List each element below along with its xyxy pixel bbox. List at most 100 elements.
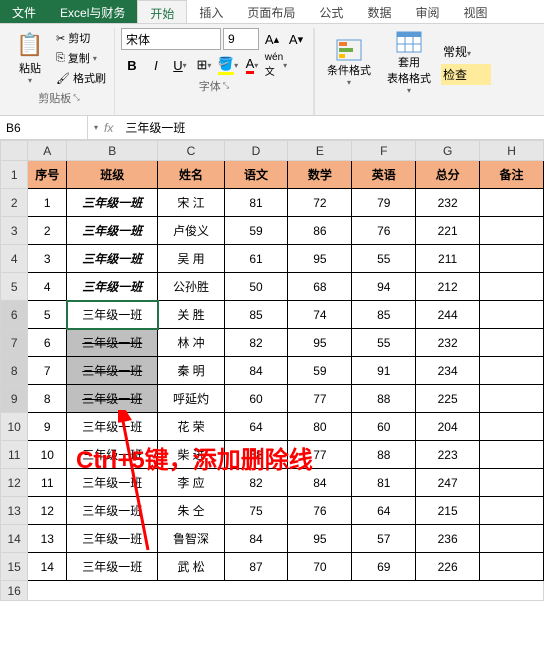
cell[interactable]: 三年级一班	[67, 329, 158, 357]
cell[interactable]	[480, 329, 544, 357]
cell[interactable]	[480, 189, 544, 217]
cell[interactable]: 10	[28, 441, 67, 469]
cell[interactable]: 87	[224, 553, 288, 581]
font-name-select[interactable]	[121, 28, 221, 50]
col-header-e[interactable]: E	[288, 141, 352, 161]
tab-home[interactable]: 开始	[137, 0, 187, 23]
cell[interactable]	[480, 413, 544, 441]
tab-layout[interactable]: 页面布局	[235, 0, 307, 23]
cell[interactable]: 数学	[288, 161, 352, 189]
cell[interactable]: 武 松	[158, 553, 224, 581]
format-painter-button[interactable]: 🖌格式刷	[54, 69, 108, 87]
cell[interactable]: 68	[288, 273, 352, 301]
tab-data[interactable]: 数据	[355, 0, 403, 23]
cell[interactable]: 85	[224, 301, 288, 329]
row-header[interactable]: 1	[1, 161, 28, 189]
namebox-dropdown[interactable]: ▾	[94, 123, 98, 132]
cell[interactable]: 吴 用	[158, 245, 224, 273]
cell[interactable]: 三年级一班	[67, 245, 158, 273]
cell[interactable]: 82	[224, 469, 288, 497]
col-header-a[interactable]: A	[28, 141, 67, 161]
cell[interactable]: 61	[224, 245, 288, 273]
tab-custom[interactable]: Excel与财务	[48, 0, 137, 23]
cell[interactable]: 55	[352, 329, 416, 357]
cell[interactable]: 72	[288, 189, 352, 217]
cell[interactable]: 语文	[224, 161, 288, 189]
col-header-h[interactable]: H	[480, 141, 544, 161]
cell[interactable]: 备注	[480, 161, 544, 189]
cell[interactable]	[28, 581, 544, 601]
cell[interactable]: 204	[416, 413, 480, 441]
cell[interactable]: 宋 江	[158, 189, 224, 217]
increase-font-button[interactable]: A▴	[261, 28, 283, 50]
cell[interactable]: 50	[224, 273, 288, 301]
cell[interactable]: 95	[288, 329, 352, 357]
tab-file[interactable]: 文件	[0, 0, 48, 23]
cell[interactable]	[480, 469, 544, 497]
decrease-font-button[interactable]: A▾	[285, 28, 307, 50]
cell[interactable]: 226	[416, 553, 480, 581]
cell[interactable]: 69	[352, 553, 416, 581]
cell[interactable]	[480, 441, 544, 469]
cell[interactable]: 5	[28, 301, 67, 329]
cell[interactable]: 223	[416, 441, 480, 469]
cell[interactable]: 12	[28, 497, 67, 525]
row-header[interactable]: 13	[1, 497, 28, 525]
paste-button[interactable]: 📋 粘贴 ▾	[10, 28, 50, 88]
cell[interactable]: 94	[352, 273, 416, 301]
cell[interactable]: 13	[28, 525, 67, 553]
border-button[interactable]: ⊞▾	[193, 54, 215, 76]
font-size-select[interactable]	[223, 28, 259, 50]
cell[interactable]: 总分	[416, 161, 480, 189]
copy-button[interactable]: ⎘复制▾	[54, 49, 108, 67]
cell[interactable]: 3	[28, 245, 67, 273]
cell[interactable]: 85	[352, 301, 416, 329]
cell[interactable]: 55	[352, 245, 416, 273]
cell[interactable]: 三年级一班	[67, 357, 158, 385]
row-header[interactable]: 11	[1, 441, 28, 469]
row-header[interactable]: 16	[1, 581, 28, 601]
name-box[interactable]	[0, 116, 88, 139]
col-header-f[interactable]: F	[352, 141, 416, 161]
tab-insert[interactable]: 插入	[187, 0, 235, 23]
cell[interactable]: 244	[416, 301, 480, 329]
cell[interactable]: 232	[416, 329, 480, 357]
cell[interactable]: 84	[224, 357, 288, 385]
cell[interactable]: 8	[28, 385, 67, 413]
cell[interactable]: 77	[288, 441, 352, 469]
cell[interactable]: 74	[288, 301, 352, 329]
cell[interactable]: 91	[352, 357, 416, 385]
cell[interactable]: 秦 明	[158, 357, 224, 385]
col-header-b[interactable]: B	[67, 141, 158, 161]
cell[interactable]	[480, 245, 544, 273]
cell[interactable]: 三年级一班	[67, 441, 158, 469]
tab-formula[interactable]: 公式	[307, 0, 355, 23]
tab-view[interactable]: 视图	[451, 0, 499, 23]
cell[interactable]: 59	[224, 217, 288, 245]
cell[interactable]: 232	[416, 189, 480, 217]
phonetic-button[interactable]: wén文▾	[265, 54, 287, 76]
cell[interactable]: 76	[352, 217, 416, 245]
cell[interactable]: 李 应	[158, 469, 224, 497]
row-header[interactable]: 2	[1, 189, 28, 217]
cell[interactable]: 64	[224, 413, 288, 441]
row-header[interactable]: 5	[1, 273, 28, 301]
row-header[interactable]: 10	[1, 413, 28, 441]
cell[interactable]: 80	[288, 413, 352, 441]
cell[interactable]: 212	[416, 273, 480, 301]
cell[interactable]: 公孙胜	[158, 273, 224, 301]
check-cell-button[interactable]: 检查	[441, 64, 491, 85]
font-color-button[interactable]: A▾	[241, 54, 263, 76]
select-all-corner[interactable]	[1, 141, 28, 161]
cell[interactable]: 6	[28, 329, 67, 357]
cell[interactable]: 14	[28, 553, 67, 581]
cell[interactable]	[480, 273, 544, 301]
cell[interactable]: 林 冲	[158, 329, 224, 357]
cell[interactable]: 84	[288, 469, 352, 497]
cell[interactable]: 64	[352, 497, 416, 525]
cell[interactable]: 11	[28, 469, 67, 497]
cell[interactable]: 60	[352, 413, 416, 441]
cell[interactable]: 鲁智深	[158, 525, 224, 553]
cell[interactable]: 卢俊义	[158, 217, 224, 245]
cell[interactable]: 三年级一班	[67, 469, 158, 497]
